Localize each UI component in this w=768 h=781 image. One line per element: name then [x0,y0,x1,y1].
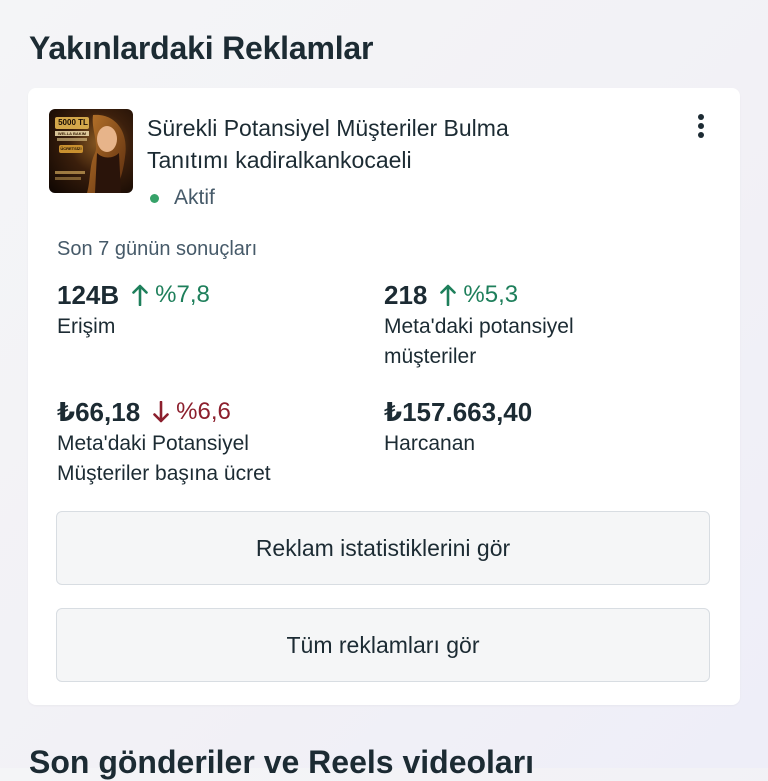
thumbnail-price-text: 5000 TL [58,118,88,127]
ad-status: Aktif [150,186,215,210]
metric-value: 124B [57,279,120,310]
ad-thumbnail[interactable]: 5000 TL WELLA BAKIM ÜCRETSİZ! [49,109,133,193]
metric-label: Harcanan [384,432,476,455]
ad-card: 5000 TL WELLA BAKIM ÜCRETSİZ! Sürekli Po… [28,88,740,705]
metric-label-line-2: müşteriler [384,345,477,368]
metric-cost-per-lead: ₺66,18 %6,6 Meta'daki Potansiyel Müşteri… [57,395,377,489]
thumbnail-free-text: ÜCRETSİZ! [60,146,82,151]
next-section-title: Son gönderiler ve Reels videoları [29,744,535,780]
thumbnail-brand-text: WELLA BAKIM [57,131,87,136]
metric-value-row: 218 %5,3 [384,278,704,312]
results-period-label: Son 7 günün sonuçları [57,238,258,260]
view-all-ads-button[interactable]: Tüm reklamları gör [56,608,710,682]
ad-title-line-1: Sürekli Potansiyel Müşteriler Bulma [147,115,509,141]
metric-leads: 218 %5,3 Meta'daki potansiyel müşteriler [384,278,704,372]
status-text: Aktif [174,186,215,209]
more-vertical-icon [698,114,704,138]
metric-label-line-1: Meta'daki potansiyel [384,315,574,338]
metric-value-row: ₺66,18 %6,6 [57,395,377,429]
ad-title[interactable]: Sürekli Potansiyel Müşteriler Bulma Tanı… [147,112,627,176]
arrow-down-icon [153,401,169,423]
arrow-up-icon [440,284,457,306]
metric-label: Meta'daki potansiyel müşteriler [384,312,704,372]
view-ad-stats-button[interactable]: Reklam istatistiklerini gör [56,511,710,585]
metric-change: %7,8 [155,281,210,308]
metric-change: %5,3 [463,281,519,308]
status-dot-icon [150,193,159,203]
metric-label-line-2: Müşteriler başına ücret [57,462,271,485]
metric-change: %6,6 [176,398,231,425]
metric-value-row: ₺157.663,40 [384,395,704,429]
metric-value-row: 124B %7,8 [57,278,377,312]
arrow-up-icon [132,284,148,306]
ad-title-line-2: Tanıtımı kadiralkankocaeli [147,147,412,173]
metric-label: Erişim [57,315,116,338]
metric-value: ₺157.663,40 [384,396,533,427]
metric-spend: ₺157.663,40 Harcanan [384,395,704,459]
section-title: Yakınlardaki Reklamlar [29,30,374,66]
metric-label: Meta'daki Potansiyel Müşteriler başına ü… [57,429,377,489]
metric-reach: 124B %7,8 Erişim [57,278,377,342]
metric-value: 218 [384,279,428,310]
metric-label-line-1: Meta'daki Potansiyel [57,432,249,455]
metric-value: ₺66,18 [57,396,141,427]
more-options-button[interactable] [686,106,716,146]
